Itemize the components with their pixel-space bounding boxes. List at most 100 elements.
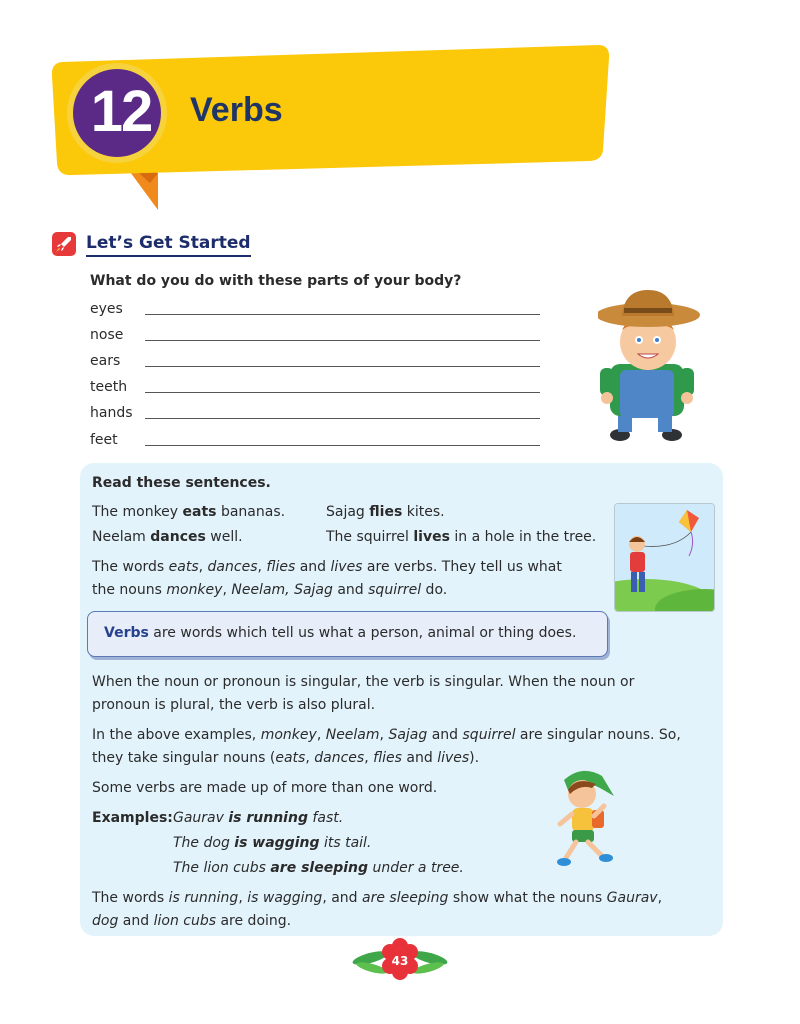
examples-note-line-1: In the above examples, monkey, Neelam, S… [92, 726, 681, 744]
italic-text: dances [314, 750, 365, 766]
body-part-label: hands [90, 405, 133, 421]
italic-text: is wagging [247, 890, 323, 906]
verb-word: eats [182, 504, 217, 520]
example-sentence: The squirrel lives in a hole in the tree… [326, 528, 596, 546]
chapter-number: 12 [90, 79, 154, 144]
definition-term: Verbs [104, 625, 149, 641]
definition-text: Verbs are words which tell us what a per… [104, 624, 576, 642]
example-3: The lion cubs are sleeping under a tree. [173, 859, 464, 877]
italic-text: squirrel [368, 582, 422, 598]
text: are verbs. They tell us what [362, 559, 562, 575]
answer-row-ears: ears [90, 348, 540, 370]
italic-text: The dog [173, 835, 235, 851]
italic-text: flies [266, 559, 296, 575]
answer-row-feet: feet [90, 427, 540, 449]
answer-line[interactable] [145, 418, 540, 419]
answer-line[interactable] [145, 366, 540, 367]
explanation-line-1: The words eats, dances, flies and lives … [92, 558, 562, 576]
verb-word: dances [150, 529, 206, 545]
verb-word: flies [369, 504, 403, 520]
sentence-text: kites. [402, 504, 445, 520]
multiword-verbs-note: Some verbs are made up of more than one … [92, 780, 438, 796]
body-part-label: nose [90, 327, 124, 343]
rocket-icon [52, 232, 76, 256]
italic-text: monkey [166, 582, 223, 598]
text: The words [92, 559, 169, 575]
exercise-question: What do you do with these parts of your … [90, 273, 462, 289]
text: and [118, 913, 154, 929]
answer-row-nose: nose [90, 322, 540, 344]
explanation-line-2: the nouns monkey, Neelam, Sajag and squi… [92, 581, 447, 599]
body-part-label: ears [90, 353, 121, 369]
verb-word: lives [413, 529, 450, 545]
text: , [238, 890, 248, 906]
text: are doing. [216, 913, 292, 929]
italic-text: Gaurav [173, 810, 229, 826]
examples-note-line-2: they take singular nouns (eats, dances, … [92, 749, 479, 767]
example-sentence: The monkey eats bananas. [92, 503, 285, 521]
cowboy-boy-illustration [598, 290, 700, 441]
italic-text: eats [168, 559, 199, 575]
text: , and [322, 890, 363, 906]
italic-text: The lion cubs [173, 860, 271, 876]
answer-line[interactable] [145, 445, 540, 446]
italic-text: monkey [260, 727, 317, 743]
read-heading: Read these sentences. [92, 475, 271, 491]
example-2: The dog is wagging its tail. [173, 834, 371, 852]
text: , [657, 890, 663, 906]
example-1: Gaurav is running fast. [173, 809, 343, 827]
chapter-title: Verbs [190, 91, 283, 129]
text: The words [92, 890, 169, 906]
sentence-text: The monkey [92, 504, 183, 520]
text: do. [421, 582, 448, 598]
italic-text: is running [168, 890, 239, 906]
answer-line[interactable] [145, 392, 540, 393]
italic-text: lives [437, 750, 470, 766]
verb-phrase: is wagging [234, 835, 320, 851]
italic-text: Sajag [388, 727, 428, 743]
text: show what the nouns [448, 890, 607, 906]
text: and [427, 727, 463, 743]
verb-phrase: are sleeping [270, 860, 369, 876]
verb-phrase: is running [228, 810, 308, 826]
answer-row-teeth: teeth [90, 374, 540, 396]
italic-text: fast. [307, 810, 344, 826]
text: and [295, 559, 331, 575]
sentence-text: in a hole in the tree. [449, 529, 597, 545]
italic-text: Neelam, Sajag [231, 582, 333, 598]
italic-text: Gaurav [606, 890, 658, 906]
sentence-text: Neelam [92, 529, 151, 545]
sentence-text: bananas. [216, 504, 286, 520]
italic-text: squirrel [462, 727, 516, 743]
example-sentence: Sajag flies kites. [326, 503, 445, 521]
answer-row-eyes: eyes [90, 296, 540, 318]
text: , [316, 727, 326, 743]
rule-line-2: pronoun is plural, the verb is also plur… [92, 697, 376, 713]
sentence-text: well. [205, 529, 243, 545]
body-part-label: teeth [90, 379, 128, 395]
text: and [401, 750, 438, 766]
conclusion-line-2: dog and lion cubs are doing. [92, 912, 291, 930]
text: are words which tell us what a person, a… [148, 625, 577, 641]
answer-line[interactable] [145, 340, 540, 341]
sentence-text: The squirrel [326, 529, 414, 545]
example-sentence: Neelam dances well. [92, 528, 243, 546]
italic-text: flies [373, 750, 402, 766]
text: , [364, 750, 374, 766]
italic-text: dances [207, 559, 258, 575]
body-part-label: eyes [90, 301, 123, 317]
body-part-label: feet [90, 432, 118, 448]
italic-text: lion cubs [153, 913, 217, 929]
answer-row-hands: hands [90, 400, 540, 422]
page-number: 43 [391, 954, 409, 968]
italic-text: lives [330, 559, 363, 575]
text: In the above examples, [92, 727, 261, 743]
text: the nouns [92, 582, 167, 598]
answer-line[interactable] [145, 314, 540, 315]
italic-text: Neelam [325, 727, 380, 743]
text: ). [469, 750, 480, 766]
italic-text: dog [92, 913, 119, 929]
italic-text: eats [275, 750, 306, 766]
text: and [332, 582, 369, 598]
running-boy-illustration [557, 770, 614, 866]
